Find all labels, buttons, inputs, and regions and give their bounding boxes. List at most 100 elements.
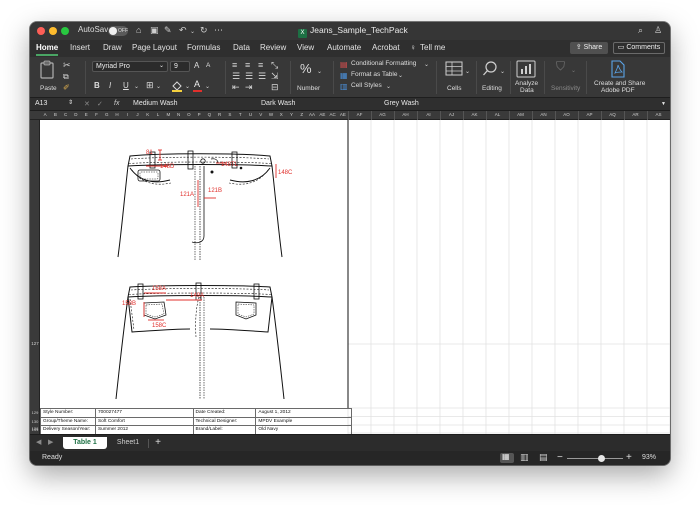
cell-brand-label[interactable]: Brand/Label: bbox=[192, 425, 257, 434]
column-header[interactable]: F bbox=[91, 112, 101, 117]
column-header[interactable]: I bbox=[122, 112, 132, 117]
cell-group-theme[interactable]: Soft Comfort bbox=[94, 416, 194, 426]
analyze-data-icon[interactable] bbox=[516, 60, 536, 78]
align-right-icon[interactable]: ☰ bbox=[258, 71, 266, 81]
column-header[interactable]: AH bbox=[394, 112, 417, 117]
column-header[interactable]: U bbox=[245, 112, 255, 117]
share-button[interactable]: ⇪ Share bbox=[570, 42, 608, 54]
sheet-tab-table-1[interactable]: Table 1 bbox=[63, 437, 107, 449]
column-header[interactable]: AE bbox=[317, 112, 327, 117]
name-box-stepper-icon[interactable]: ⇕ bbox=[68, 99, 73, 106]
tab-insert[interactable]: Insert bbox=[70, 43, 90, 52]
increase-indent-icon[interactable]: ⇥ bbox=[245, 82, 253, 92]
chevron-down-icon[interactable]: ⌄ bbox=[185, 82, 190, 92]
column-header[interactable]: O bbox=[184, 112, 194, 117]
formula-cell-3[interactable]: Grey Wash bbox=[384, 100, 419, 107]
column-header[interactable]: AQ bbox=[601, 112, 624, 117]
column-header[interactable]: AK bbox=[463, 112, 486, 117]
chevron-down-icon[interactable]: ⌄ bbox=[398, 71, 403, 81]
cell-group-theme-label[interactable]: Group/Theme Name: bbox=[40, 416, 96, 426]
cell-style-number-label[interactable]: Style Number: bbox=[40, 408, 96, 418]
cell-delivery-season-label[interactable]: Delivery Season/Year: bbox=[40, 425, 96, 434]
underline-button[interactable]: U bbox=[123, 81, 129, 90]
column-header[interactable]: AJ bbox=[440, 112, 463, 117]
redo-icon[interactable]: ↻ bbox=[200, 25, 208, 35]
chevron-down-icon[interactable]: ⌄ bbox=[465, 67, 470, 77]
column-header[interactable]: AO bbox=[555, 112, 578, 117]
align-center-icon[interactable]: ☰ bbox=[245, 71, 253, 81]
column-header[interactable]: AA bbox=[307, 112, 317, 117]
tab-review[interactable]: Review bbox=[260, 43, 286, 52]
scroll-tabs-left-icon[interactable]: ◀ bbox=[36, 438, 41, 446]
tell-me-search[interactable]: Tell me bbox=[420, 43, 445, 52]
account-icon[interactable]: ♙ bbox=[654, 25, 662, 35]
column-header[interactable]: W bbox=[266, 112, 276, 117]
column-header[interactable]: S bbox=[225, 112, 235, 117]
column-header[interactable]: Q bbox=[204, 112, 214, 117]
shrink-font-button[interactable]: A bbox=[206, 62, 210, 69]
tab-formulas[interactable]: Formulas bbox=[187, 43, 220, 52]
column-header[interactable]: E bbox=[81, 112, 91, 117]
orientation-icon[interactable]: ⤡ bbox=[271, 60, 278, 70]
paste-icon[interactable] bbox=[38, 60, 58, 80]
cancel-icon[interactable]: ✕ bbox=[84, 100, 90, 108]
column-header[interactable]: N bbox=[173, 112, 183, 117]
cells-icon[interactable] bbox=[445, 61, 463, 77]
cell-date-created-label[interactable]: Date Created: bbox=[192, 408, 257, 418]
column-header[interactable]: R bbox=[215, 112, 225, 117]
formula-cell-1[interactable]: Medium Wash bbox=[133, 100, 177, 107]
chevron-down-icon[interactable]: ⌄ bbox=[190, 27, 195, 37]
column-header[interactable]: X bbox=[276, 112, 286, 117]
zoom-window-button[interactable] bbox=[61, 27, 69, 35]
column-header[interactable]: AR bbox=[624, 112, 647, 117]
add-sheet-button[interactable]: + bbox=[152, 437, 164, 449]
edit-icon[interactable]: ✎ bbox=[164, 25, 172, 35]
cell-style-number[interactable]: 700027477 bbox=[94, 408, 194, 418]
column-header[interactable]: T bbox=[235, 112, 245, 117]
percent-icon[interactable]: % bbox=[300, 61, 312, 76]
more-icon[interactable]: ⋯ bbox=[214, 25, 223, 35]
home-icon[interactable]: ⌂ bbox=[136, 25, 141, 35]
column-header[interactable]: L bbox=[153, 112, 163, 117]
column-header[interactable]: AN bbox=[532, 112, 555, 117]
close-window-button[interactable] bbox=[37, 27, 45, 35]
chevron-down-icon[interactable]: ⌄ bbox=[386, 82, 391, 92]
autosave-toggle[interactable]: OFF bbox=[108, 26, 128, 36]
comments-button[interactable]: ▭ Comments bbox=[613, 42, 665, 54]
align-left-icon[interactable]: ☰ bbox=[232, 71, 240, 81]
page-break-view-icon[interactable]: ▤ bbox=[539, 452, 548, 463]
zoom-slider-knob[interactable] bbox=[598, 455, 606, 462]
fill-color-icon[interactable] bbox=[170, 79, 184, 93]
editing-label[interactable]: Editing bbox=[482, 85, 502, 92]
column-header[interactable]: H bbox=[112, 112, 122, 117]
tab-page-layout[interactable]: Page Layout bbox=[132, 43, 177, 52]
format-as-table-button[interactable]: Format as Table bbox=[351, 71, 397, 78]
wrap-text-icon[interactable]: ⇲ bbox=[271, 71, 279, 81]
font-size-select[interactable]: 9 bbox=[170, 61, 190, 72]
merge-cells-icon[interactable]: ⊟ bbox=[271, 82, 279, 92]
zoom-in-button[interactable]: + bbox=[626, 452, 632, 463]
tab-data[interactable]: Data bbox=[233, 43, 250, 52]
font-name-select[interactable]: Myriad Pro ⌄ bbox=[92, 61, 168, 72]
column-header[interactable]: D bbox=[71, 112, 81, 117]
undo-icon[interactable]: ↶ bbox=[179, 25, 187, 35]
zoom-slider[interactable] bbox=[567, 455, 623, 462]
search-icon[interactable] bbox=[482, 60, 498, 78]
copy-icon[interactable]: ⧉ bbox=[63, 72, 69, 82]
cell-delivery-season[interactable]: Summer 2012 bbox=[94, 425, 194, 434]
zoom-out-button[interactable]: − bbox=[557, 452, 563, 463]
chevron-down-icon[interactable]: ⌄ bbox=[134, 82, 139, 92]
search-icon[interactable]: ⌕ bbox=[638, 25, 643, 35]
chevron-down-icon[interactable]: ⌄ bbox=[500, 67, 505, 77]
number-format-label[interactable]: Number bbox=[297, 85, 320, 92]
scroll-tabs-right-icon[interactable]: ▶ bbox=[48, 438, 53, 446]
sheet-tab-sheet1[interactable]: Sheet1 bbox=[110, 437, 146, 449]
column-header[interactable]: G bbox=[102, 112, 112, 117]
cut-icon[interactable]: ✂ bbox=[63, 60, 71, 70]
column-header[interactable]: M bbox=[163, 112, 173, 117]
chevron-down-icon[interactable]: ⌄ bbox=[156, 82, 161, 92]
adobe-pdf-label[interactable]: Adobe PDF bbox=[601, 87, 635, 94]
chevron-down-icon[interactable]: ⌄ bbox=[317, 67, 322, 77]
decrease-indent-icon[interactable]: ⇤ bbox=[232, 82, 240, 92]
align-top-icon[interactable]: ≡ bbox=[232, 60, 237, 70]
